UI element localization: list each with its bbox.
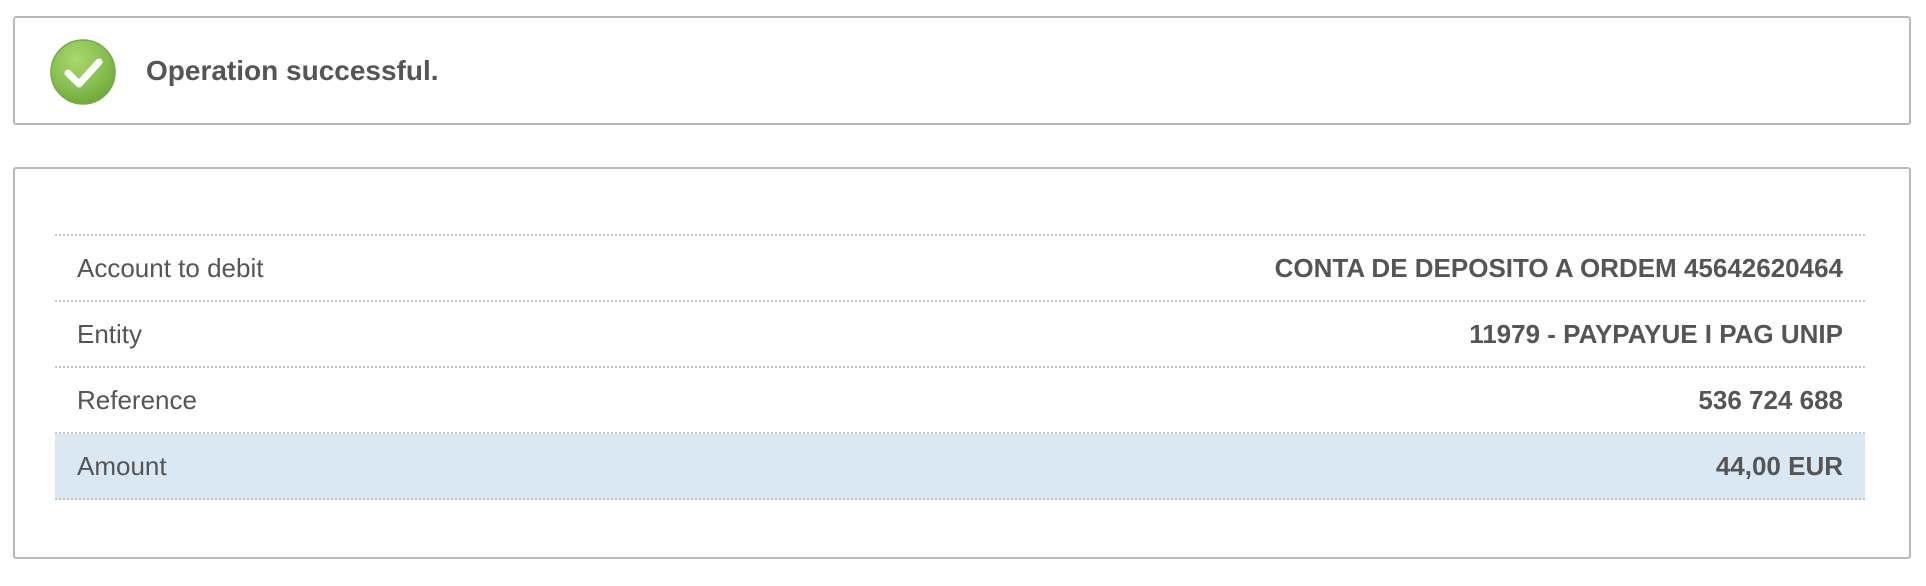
success-notification: Operation successful. (13, 16, 1911, 125)
success-message: Operation successful. (146, 55, 439, 86)
detail-value: CONTA DE DEPOSITO A ORDEM 45642620464 (1274, 253, 1843, 283)
detail-value: 44,00 EUR (1715, 451, 1843, 481)
detail-row-reference: Reference 536 724 688 (55, 368, 1865, 434)
detail-label: Amount (77, 451, 167, 481)
operation-details-panel: Account to debit CONTA DE DEPOSITO A ORD… (13, 167, 1911, 559)
detail-value: 536 724 688 (1698, 385, 1843, 415)
detail-label: Account to debit (77, 253, 264, 283)
details-table: Account to debit CONTA DE DEPOSITO A ORD… (55, 234, 1865, 500)
detail-value: 11979 - PAYPAYUE I PAG UNIP (1469, 319, 1843, 349)
detail-row-account: Account to debit CONTA DE DEPOSITO A ORD… (55, 236, 1865, 302)
check-circle-icon (50, 39, 116, 105)
detail-row-entity: Entity 11979 - PAYPAYUE I PAG UNIP (55, 302, 1865, 368)
detail-label: Reference (77, 385, 197, 415)
detail-label: Entity (77, 319, 143, 349)
detail-row-amount: Amount 44,00 EUR (55, 434, 1865, 500)
